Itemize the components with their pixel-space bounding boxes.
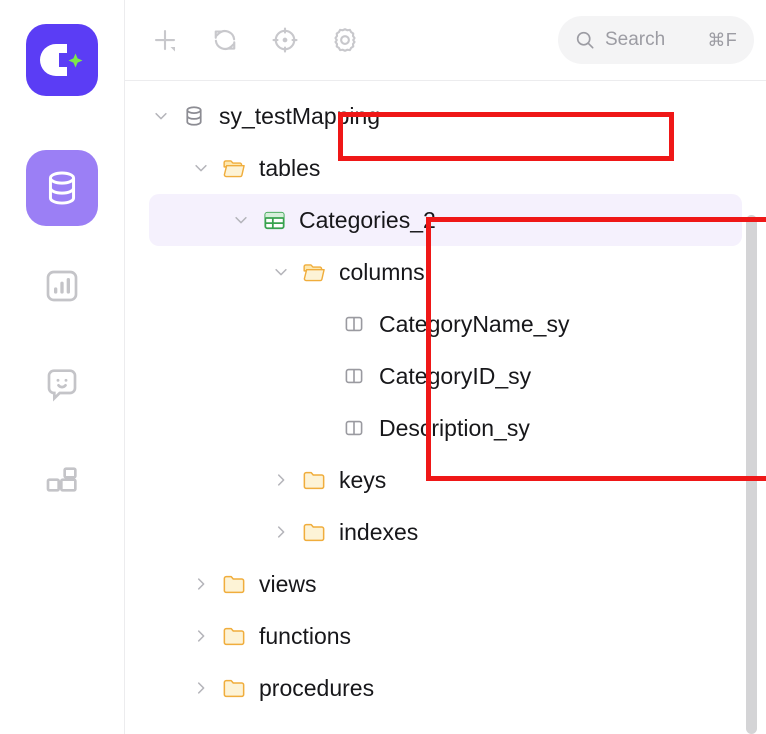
column-icon xyxy=(341,363,367,389)
tree-node-label: views xyxy=(259,570,317,597)
database-icon xyxy=(48,171,76,205)
tree-node-label: indexes xyxy=(339,518,419,545)
chevron-down-icon[interactable] xyxy=(269,260,293,284)
sidebar-item-connections[interactable] xyxy=(26,150,98,226)
sidebar-item-ai-chat[interactable] xyxy=(26,346,98,422)
chevron-down-icon[interactable] xyxy=(229,208,253,232)
tree-node-label: CategoryName_sy xyxy=(379,310,570,337)
chevron-right-icon[interactable] xyxy=(269,520,293,544)
tree-chevron-spacer xyxy=(309,312,333,336)
app-window: Search ⌘F sy_testMappingtables Categories… xyxy=(0,0,766,734)
tree-node[interactable]: Categories_2 xyxy=(149,194,742,246)
folder-closed-icon xyxy=(301,467,327,493)
chevron-down-icon[interactable] xyxy=(189,156,213,180)
plus-icon xyxy=(154,29,176,52)
toolbar-buttons xyxy=(145,20,365,60)
tree-chevron-spacer xyxy=(309,416,333,440)
tree-node-label: functions xyxy=(259,622,352,649)
search-icon xyxy=(576,31,594,49)
chevron-right-icon[interactable] xyxy=(189,676,213,700)
tree-node[interactable]: CategoryName_sy xyxy=(149,298,742,350)
table-icon xyxy=(261,207,287,233)
search-input[interactable]: Search ⌘F xyxy=(558,16,754,64)
chevron-right-icon[interactable] xyxy=(189,624,213,648)
locate-button[interactable] xyxy=(265,20,305,60)
tree-vertical-scrollbar[interactable] xyxy=(746,215,757,734)
settings-button[interactable] xyxy=(325,20,365,60)
folder-open-icon xyxy=(221,155,247,181)
tree-node[interactable]: indexes xyxy=(149,506,742,558)
main-panel: Search ⌘F sy_testMappingtables Categories… xyxy=(125,0,766,734)
tree-node-label: sy_testMapping xyxy=(219,102,381,129)
folder-closed-icon xyxy=(221,571,247,597)
folder-closed-icon xyxy=(221,675,247,701)
tree-node-label: tables xyxy=(259,154,321,181)
refresh-button[interactable] xyxy=(205,20,245,60)
tree-node[interactable]: views xyxy=(149,558,742,610)
tree-node-label: procedures xyxy=(259,674,375,701)
tree-node[interactable]: sy_testMapping xyxy=(149,90,742,142)
sidebar-item-plugins[interactable] xyxy=(26,444,98,520)
tree-node-label: Description_sy xyxy=(379,414,530,441)
tree-node[interactable]: tables xyxy=(149,142,742,194)
tree-node[interactable]: keys xyxy=(149,454,742,506)
app-logo xyxy=(26,24,98,96)
sidebar-item-dashboard[interactable] xyxy=(26,248,98,324)
tree-node-label: CategoryID_sy xyxy=(379,362,532,389)
database-tree[interactable]: sy_testMappingtables Categories_2columns C… xyxy=(125,82,766,734)
tree-node[interactable]: functions xyxy=(149,610,742,662)
tree-node-label: keys xyxy=(339,466,387,493)
add-connection-button[interactable] xyxy=(145,20,185,60)
search-shortcut-hint: ⌘F xyxy=(707,29,737,50)
folder-open-icon xyxy=(301,259,327,285)
folder-closed-icon xyxy=(301,519,327,545)
refresh-icon xyxy=(214,30,236,50)
chat2db-logo-icon xyxy=(40,44,83,76)
column-icon xyxy=(341,311,367,337)
chart-bar-icon xyxy=(46,270,78,302)
chat-smiley-icon xyxy=(47,369,77,402)
toolbar: Search ⌘F xyxy=(125,0,766,81)
gear-icon xyxy=(334,28,356,52)
tree-node-label: Categories_2 xyxy=(299,206,436,233)
chevron-right-icon[interactable] xyxy=(189,572,213,596)
blocks-grid-icon xyxy=(46,467,77,492)
tree-node-label: columns xyxy=(339,258,425,285)
left-nav-rail xyxy=(0,0,125,734)
chevron-right-icon[interactable] xyxy=(269,468,293,492)
chevron-down-icon[interactable] xyxy=(149,104,173,128)
database-icon xyxy=(181,103,207,129)
tree-node[interactable]: columns xyxy=(149,246,742,298)
tree-node[interactable]: CategoryID_sy xyxy=(149,350,742,402)
search-placeholder: Search xyxy=(605,29,666,50)
column-icon xyxy=(341,415,367,441)
crosshair-target-icon xyxy=(272,27,298,53)
folder-closed-icon xyxy=(221,623,247,649)
tree-node[interactable]: procedures xyxy=(149,662,742,714)
tree-node[interactable]: Description_sy xyxy=(149,402,742,454)
tree-chevron-spacer xyxy=(309,364,333,388)
